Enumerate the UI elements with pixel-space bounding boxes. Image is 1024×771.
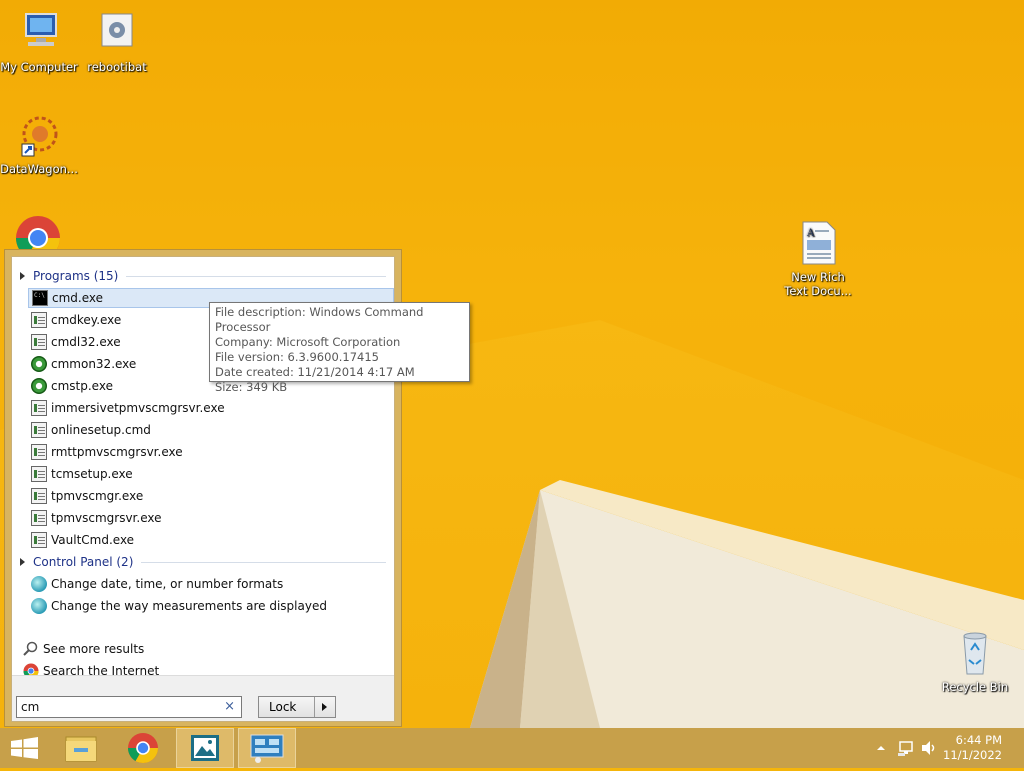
program-item-tpmvscmgrsvr[interactable]: tpmvscmgrsvr.exe <box>28 508 394 528</box>
gear-icon <box>31 356 47 372</box>
desktop-icon-label: Recycle Bin <box>941 680 1009 694</box>
clock-date: 11/1/2022 <box>943 748 1002 762</box>
taskbar-chrome[interactable] <box>114 728 172 768</box>
programs-header-label: Programs (15) <box>33 269 119 283</box>
taskbar-file-explorer[interactable] <box>52 728 110 768</box>
desktop-icon-label: My Computer <box>0 60 78 74</box>
program-item-tcmsetup[interactable]: tcmsetup.exe <box>28 464 394 484</box>
tooltip-line-size: Size: 349 KB <box>215 380 288 394</box>
desktop-icon-datawagon[interactable]: DataWagon... <box>0 112 78 176</box>
window-icon <box>31 510 47 526</box>
settings-icon <box>31 422 47 438</box>
lock-button-label: Lock <box>269 700 297 714</box>
search-input[interactable]: cm × <box>16 696 242 718</box>
lock-button[interactable]: Lock <box>258 696 336 718</box>
program-label: tpmvscmgrsvr.exe <box>51 511 162 525</box>
program-label: VaultCmd.exe <box>51 533 135 547</box>
chrome-icon <box>128 733 158 764</box>
file-info-tooltip: File description: Windows Command Proces… <box>209 302 470 394</box>
phone-icon <box>31 334 47 350</box>
taskbar-photos-app[interactable] <box>176 728 234 768</box>
desktop-icon-rebootbat[interactable]: rebootibat <box>78 10 156 74</box>
program-item-onlinesetup[interactable]: onlinesetup.cmd <box>28 420 394 440</box>
program-label: cmstp.exe <box>51 379 113 393</box>
program-item-immersivetpmvscmgrsvr[interactable]: immersivetpmvscmgrsvr.exe <box>28 398 394 418</box>
start-button[interactable] <box>0 728 58 768</box>
taskbar: 6:44 PM 11/1/2022 <box>0 728 1024 768</box>
control-panel-label: Change the way measurements are displaye… <box>51 599 327 613</box>
window-icon <box>31 312 47 328</box>
windows-logo-icon <box>11 737 38 759</box>
see-more-results-link[interactable]: See more results <box>20 639 144 659</box>
recycle-bin-icon <box>952 630 998 676</box>
program-label: tpmvscmgr.exe <box>51 489 144 503</box>
cmd-icon <box>32 290 48 306</box>
control-panel-icon <box>31 576 47 592</box>
desktop-icon-label: DataWagon... <box>0 162 78 176</box>
control-panel-group-header[interactable]: Control Panel (2) <box>20 553 386 571</box>
program-item-rmttpmvscmgrsvr[interactable]: rmttpmvscmgrsvr.exe <box>28 442 394 462</box>
expand-triangle-icon <box>20 272 25 280</box>
control-panel-label: Change date, time, or number formats <box>51 577 284 591</box>
control-panel-header-label: Control Panel (2) <box>33 555 134 569</box>
taskbar-control-panel[interactable] <box>238 728 296 768</box>
desktop-icon-label: New Rich Text Docu... <box>784 270 852 298</box>
desktop-icon-recycle-bin[interactable]: Recycle Bin <box>936 630 1014 694</box>
document-icon: A <box>795 220 841 266</box>
tooltip-line-version: File version: 6.3.9600.17415 <box>215 350 379 364</box>
tooltip-line-company: Company: Microsoft Corporation <box>215 335 401 349</box>
program-item-tpmvscmgr[interactable]: tpmvscmgr.exe <box>28 486 394 506</box>
program-label: cmmon32.exe <box>51 357 137 371</box>
desktop-icon-my-computer[interactable]: My Computer <box>0 10 78 74</box>
window-icon <box>31 400 47 416</box>
desktop-icon-label: rebootibat <box>87 60 147 74</box>
see-more-label: See more results <box>43 642 145 656</box>
network-icon[interactable] <box>897 739 915 757</box>
computer-icon <box>16 10 62 56</box>
control-panel-item-date-formats[interactable]: Change date, time, or number formats <box>28 574 394 594</box>
tooltip-line-description: File description: Windows Command Proces… <box>215 305 424 334</box>
expand-triangle-icon <box>20 558 25 566</box>
svg-text:A: A <box>806 228 815 239</box>
power-options-arrow-icon[interactable] <box>314 697 335 717</box>
divider <box>126 275 386 277</box>
desktop-icon-new-rich-text[interactable]: A New Rich Text Docu... <box>779 220 857 298</box>
image-viewer-icon <box>191 735 219 761</box>
clear-search-icon[interactable]: × <box>224 699 235 714</box>
programs-group-header[interactable]: Programs (15) <box>20 267 386 285</box>
program-label: cmdl32.exe <box>51 335 121 349</box>
program-label: tcmsetup.exe <box>51 467 133 481</box>
gear-icon <box>31 378 47 394</box>
folder-icon <box>65 736 97 762</box>
chrome-desktop-icon[interactable] <box>14 214 62 250</box>
divider <box>141 561 386 563</box>
window-icon <box>31 488 47 504</box>
tooltip-line-date: Date created: 11/21/2014 4:17 AM <box>215 365 415 379</box>
search-input-value: cm <box>21 700 40 714</box>
search-icon <box>23 641 39 657</box>
program-label: rmttpmvscmgrsvr.exe <box>51 445 183 459</box>
volume-icon[interactable] <box>920 739 938 757</box>
window-icon <box>31 532 47 548</box>
batch-file-icon <box>94 10 140 56</box>
program-label: cmd.exe <box>52 291 104 305</box>
datawagon-logo-icon <box>16 112 62 158</box>
program-label: immersivetpmvscmgrsvr.exe <box>51 401 225 415</box>
control-panel-icon <box>31 598 47 614</box>
window-icon <box>31 444 47 460</box>
program-label: cmdkey.exe <box>51 313 122 327</box>
program-item-vaultcmd[interactable]: VaultCmd.exe <box>28 530 394 550</box>
taskbar-clock[interactable]: 6:44 PM 11/1/2022 <box>943 733 1002 763</box>
tray-overflow-chevron-icon[interactable] <box>875 742 887 754</box>
program-label: onlinesetup.cmd <box>51 423 151 437</box>
window-icon <box>31 466 47 482</box>
control-panel-item-measurements[interactable]: Change the way measurements are displaye… <box>28 596 394 616</box>
control-panel-icon <box>250 734 284 763</box>
clock-time: 6:44 PM <box>955 733 1002 747</box>
